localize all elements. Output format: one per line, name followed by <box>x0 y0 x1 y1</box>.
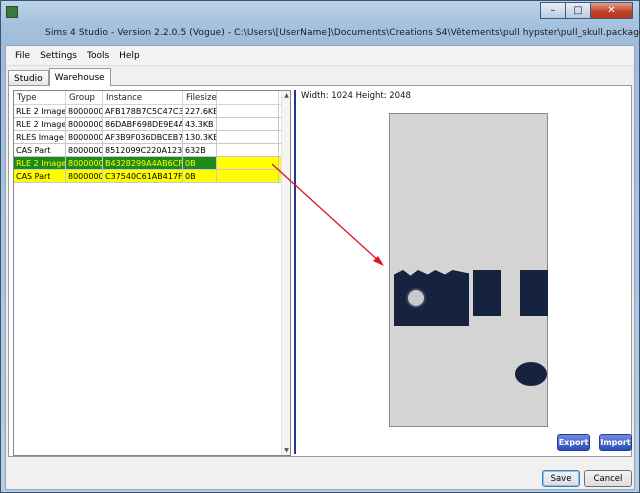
cell-instance: AF3B9F036DBCEB7C <box>105 131 183 143</box>
window-controls: – □ ✕ <box>540 2 633 19</box>
cell-group: 80000000 <box>66 131 103 143</box>
save-button[interactable]: Save <box>542 470 580 487</box>
close-button[interactable]: ✕ <box>590 2 633 19</box>
column-header-filler <box>217 91 279 104</box>
maximize-button[interactable]: □ <box>565 2 591 19</box>
cell-type: CAS Part <box>14 170 66 182</box>
table-row[interactable]: RLES Image 80000000 AF3B9F036DBCEB7C 130… <box>14 131 290 144</box>
cell-filler <box>217 157 279 169</box>
warehouse-panel: Type Group Instance Filesize RLE 2 Image… <box>8 85 632 457</box>
scroll-down-icon[interactable]: ▼ <box>283 447 290 454</box>
garment-detail <box>515 362 547 386</box>
cell-instance: 86DABF698DE9E4AD <box>105 118 183 130</box>
skull-icon <box>406 288 426 308</box>
cell-type: RLE 2 Image <box>16 118 66 130</box>
cell-filesize: 43.3KB <box>183 118 217 130</box>
cell-group: 80000000 <box>66 157 103 169</box>
tab-strip: Studio Warehouse <box>8 68 111 86</box>
column-header-filesize[interactable]: Filesize <box>183 91 217 104</box>
cell-instance: C37540C61AB417F7 <box>105 170 183 182</box>
cell-filler <box>217 170 279 182</box>
menu-file[interactable]: File <box>10 51 35 61</box>
tab-warehouse[interactable]: Warehouse <box>48 68 111 86</box>
scroll-up-icon[interactable]: ▲ <box>283 92 290 99</box>
panel-splitter[interactable] <box>294 90 296 454</box>
minimize-button[interactable]: – <box>540 2 566 19</box>
import-button[interactable]: Import <box>599 434 632 451</box>
cell-filesize: 0B <box>183 157 217 169</box>
cell-type: RLE 2 Image <box>16 105 66 117</box>
column-header-instance[interactable]: Instance <box>103 91 183 104</box>
grid-scrollbar[interactable]: ▲ ▼ <box>281 91 290 455</box>
menu-bar: File Settings Tools Help <box>6 46 634 66</box>
cell-group: 80000000 <box>66 170 103 182</box>
cell-filler <box>217 105 279 117</box>
cell-filesize: 130.3KB <box>185 131 217 143</box>
cell-group: 80000000 <box>66 105 103 117</box>
app-icon <box>6 6 18 18</box>
cell-filesize: 632B <box>183 144 217 156</box>
column-header-type[interactable]: Type <box>14 91 66 104</box>
garment-sleeve-right <box>520 270 548 316</box>
cell-type: RLE 2 Image <box>14 157 66 169</box>
cell-filesize: 227.6KB <box>185 105 217 117</box>
title-bar[interactable]: Sims 4 Studio - Version 2.2.0.5 (Vogue) … <box>1 1 640 45</box>
cell-filler <box>217 118 279 130</box>
cell-instance: 8512099C220A1230 <box>105 144 183 156</box>
texture-dimensions: Width: 1024 Height: 2048 <box>301 91 411 101</box>
cell-filler <box>217 131 279 143</box>
cell-instance: AFB178B7C5C47C3F <box>105 105 183 117</box>
table-row[interactable]: RLE 2 Image 80000000 AFB178B7C5C47C3F 22… <box>14 105 290 118</box>
texture-preview <box>389 113 548 427</box>
window-title: Sims 4 Studio - Version 2.2.0.5 (Vogue) … <box>45 28 640 38</box>
menu-settings[interactable]: Settings <box>35 51 82 61</box>
export-button[interactable]: Export <box>557 434 590 451</box>
table-row[interactable]: RLE 2 Image 80000000 86DABF698DE9E4AD 43… <box>14 118 290 131</box>
column-header-group[interactable]: Group <box>66 91 103 104</box>
cell-type: CAS Part <box>14 144 66 156</box>
menu-tools[interactable]: Tools <box>82 51 114 61</box>
client-area: File Settings Tools Help Studio Warehous… <box>5 45 635 490</box>
cell-filesize: 0B <box>183 170 217 182</box>
cell-group: 80000000 <box>66 118 103 130</box>
table-row[interactable]: CAS Part 80000000 8512099C220A1230 632B <box>14 144 290 157</box>
table-row-highlighted[interactable]: CAS Part 80000000 C37540C61AB417F7 0B <box>14 170 290 183</box>
garment-front-texture <box>394 270 469 326</box>
tab-studio[interactable]: Studio <box>8 70 49 86</box>
menu-help[interactable]: Help <box>114 51 145 61</box>
resource-grid: Type Group Instance Filesize RLE 2 Image… <box>13 90 291 456</box>
cell-type: RLES Image <box>14 131 66 143</box>
grid-header: Type Group Instance Filesize <box>14 91 290 105</box>
garment-sleeve-left <box>473 270 501 316</box>
table-row-selected[interactable]: RLE 2 Image 80000000 B4328299A4AB6CFC 0B <box>14 157 290 170</box>
cell-group: 80000000 <box>66 144 103 156</box>
cell-instance: B4328299A4AB6CFC <box>103 157 183 169</box>
cell-filler <box>217 144 279 156</box>
main-window: Sims 4 Studio - Version 2.2.0.5 (Vogue) … <box>0 0 640 493</box>
cancel-button[interactable]: Cancel <box>584 470 632 487</box>
